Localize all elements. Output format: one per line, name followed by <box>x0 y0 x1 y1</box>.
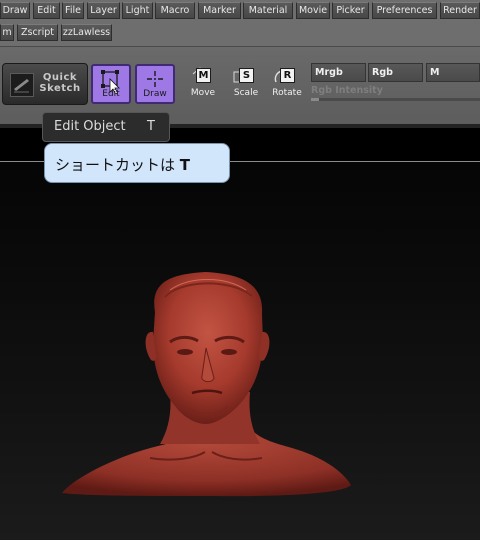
menu-file[interactable]: File <box>62 2 84 19</box>
menu-layer[interactable]: Layer <box>87 2 120 19</box>
edit-label: Edit <box>102 89 120 99</box>
scale-button[interactable]: S Scale <box>226 66 266 102</box>
tooltip-shortcut: T <box>147 119 155 134</box>
menu-render[interactable]: Render <box>440 2 480 19</box>
menu-zzlawless[interactable]: zzLawless <box>61 24 112 41</box>
document-canvas[interactable] <box>0 162 480 540</box>
menu-light[interactable]: Light <box>122 2 153 19</box>
rgb-intensity-fill <box>311 98 320 101</box>
rgb-button[interactable]: Rgb <box>368 63 423 82</box>
menu-zscript[interactable]: Zscript <box>17 24 58 41</box>
m-button[interactable]: M <box>426 63 480 82</box>
quick-sketch-button[interactable]: Quick Sketch <box>2 63 88 105</box>
menu-movie[interactable]: Movie <box>296 2 330 19</box>
menu-marker[interactable]: Marker <box>198 2 241 19</box>
menu-edit[interactable]: Edit <box>33 2 60 19</box>
rotate-icon: R <box>280 68 295 83</box>
move-button[interactable]: M Move <box>183 66 223 102</box>
quick-sketch-label-line1: Quick <box>42 72 78 83</box>
rgb-intensity-slider[interactable] <box>311 98 480 101</box>
menu-preferences[interactable]: Preferences <box>372 2 437 19</box>
quick-sketch-icon <box>10 73 34 97</box>
hint-text: ショートカットは T <box>55 154 190 175</box>
rgb-intensity-label: Rgb Intensity <box>311 85 383 96</box>
menu-material[interactable]: Material <box>243 2 293 19</box>
draw-label: Draw <box>143 89 167 99</box>
move-icon: M <box>196 68 211 83</box>
menu-draw[interactable]: Draw <box>0 2 30 19</box>
quick-sketch-label-line2: Sketch <box>39 83 81 94</box>
edit-button[interactable]: Edit <box>91 64 131 104</box>
mrgb-button[interactable]: Mrgb <box>311 63 366 82</box>
edit-object-tooltip: Edit Object T <box>42 112 170 142</box>
tooltip-title: Edit Object <box>54 119 126 134</box>
draw-button[interactable]: Draw <box>135 64 175 104</box>
scale-icon: S <box>239 68 254 83</box>
shortcut-hint-bubble: ショートカットは T <box>44 143 230 183</box>
quick-sketch-label: Quick Sketch <box>35 72 85 94</box>
hint-key: T <box>179 156 191 174</box>
rotate-label: Rotate <box>272 88 302 98</box>
menu-macro[interactable]: Macro <box>155 2 195 19</box>
menu-m[interactable]: m <box>0 24 14 41</box>
move-label: Move <box>190 88 216 98</box>
menu-picker[interactable]: Picker <box>332 2 369 19</box>
hint-prefix: ショートカットは <box>55 156 176 174</box>
rotate-button[interactable]: R Rotate <box>267 66 307 102</box>
head-sculpt <box>62 272 351 497</box>
